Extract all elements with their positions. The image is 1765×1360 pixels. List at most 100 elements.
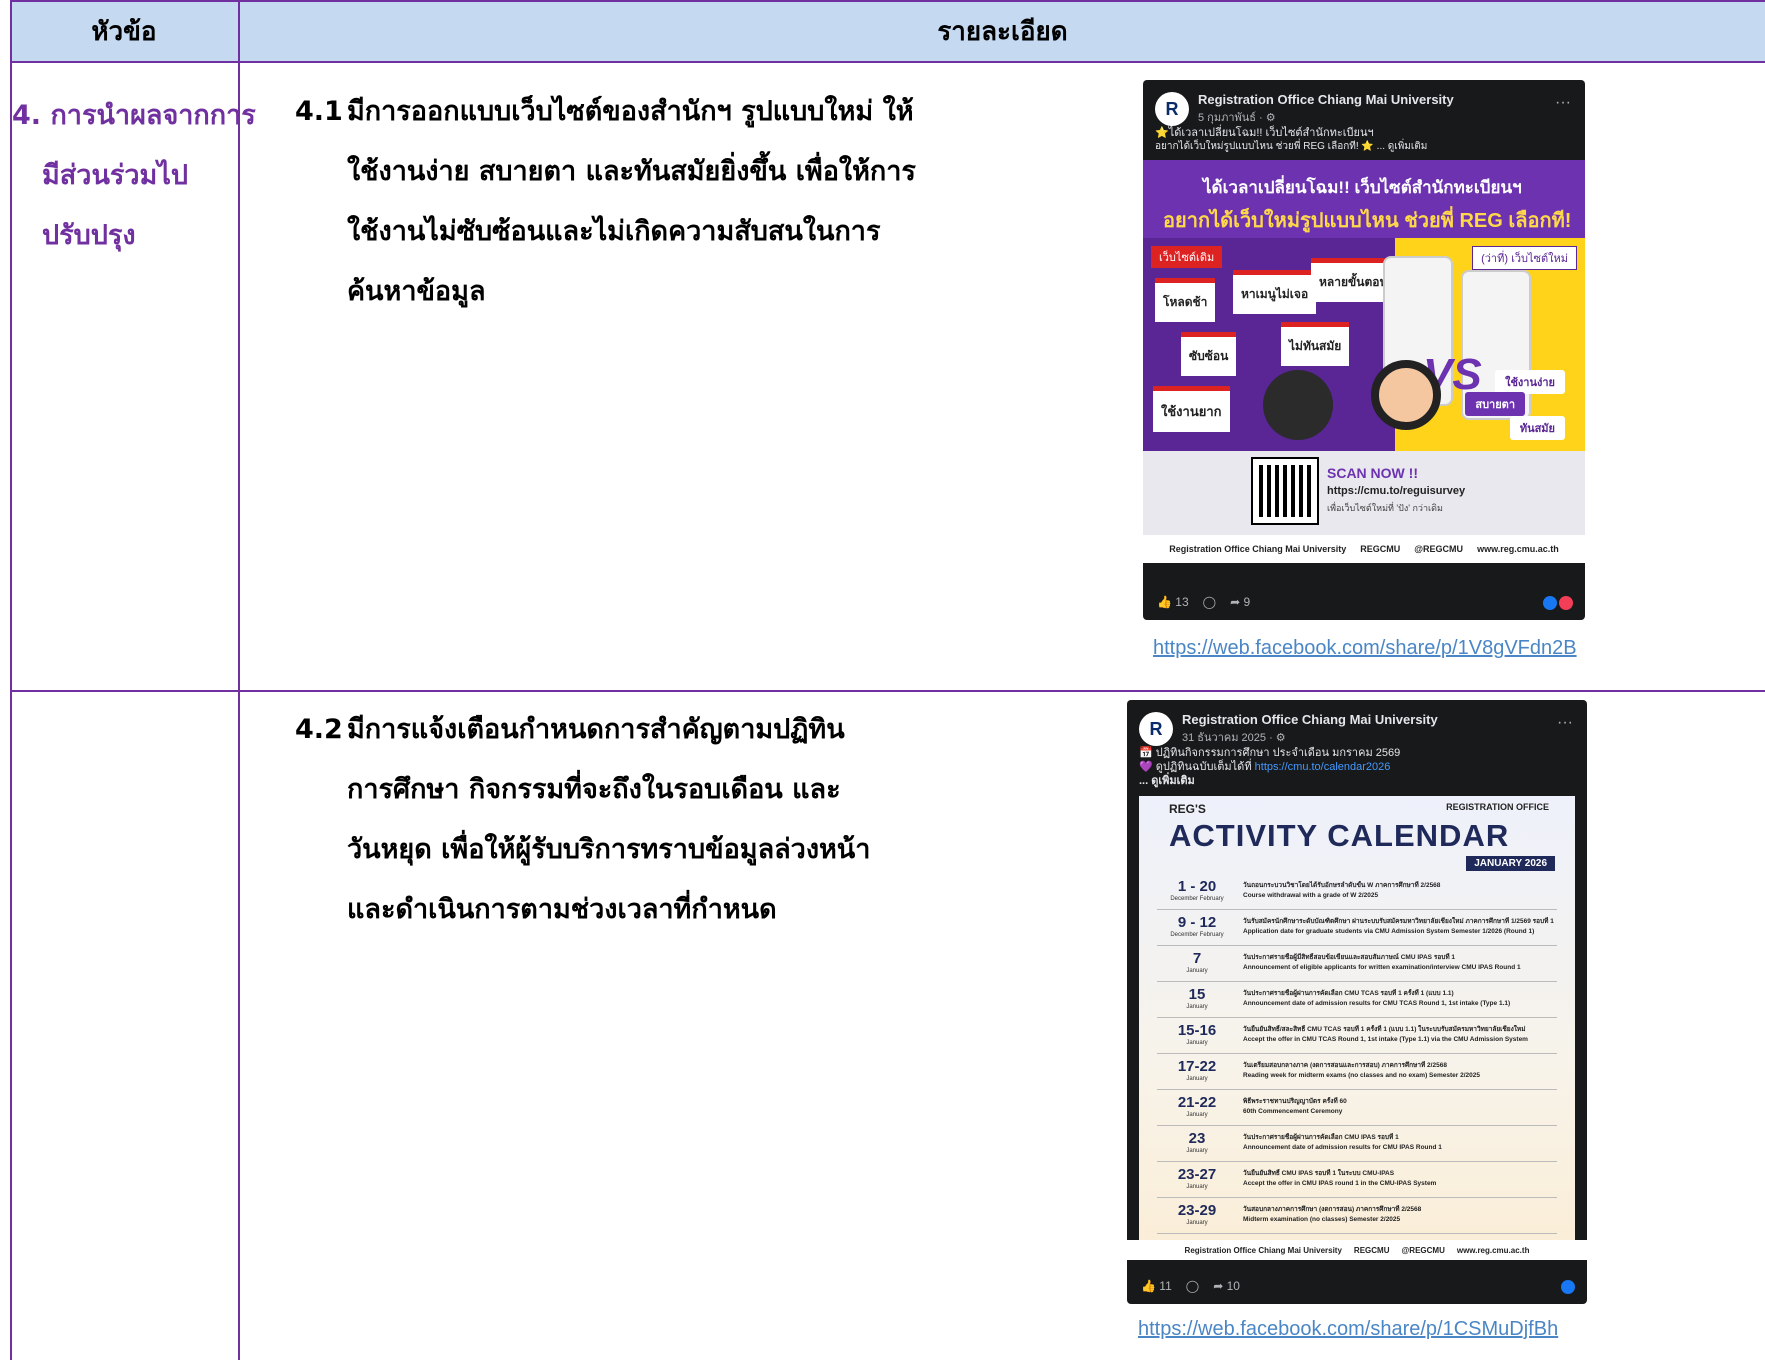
calendar-description: พิธีพระราชทานปริญญาบัตร ครั้งที่ 60 60th … — [1243, 1097, 1555, 1117]
comment-icon[interactable]: ◯ — [1186, 1279, 1199, 1293]
facebook-post-website: R Registration Office Chiang Mai Univers… — [1143, 80, 1585, 620]
page-avatar[interactable]: R — [1155, 92, 1189, 126]
share-button[interactable]: ➦ 10 — [1213, 1279, 1240, 1293]
topic-line: ปรับปรุง — [42, 220, 136, 251]
poster-socials: Registration Office Chiang Mai Universit… — [1143, 535, 1585, 563]
instagram-handle: REGCMU — [1360, 544, 1401, 554]
calendar-description-english: Accept the offer in CMU TCAS Round 1, 1s… — [1243, 1036, 1528, 1043]
detail-item: 4.2 มีการแจ้งเตือนกำหนดการสำคัญตามปฏิทิน… — [295, 700, 945, 940]
post-text-prefix: 💜 ดูปฏิทินฉบับเต็มได้ที่ — [1139, 761, 1255, 773]
border-top — [10, 0, 1765, 2]
calendar-month-label: January — [1186, 1148, 1208, 1154]
post-link[interactable]: https://web.facebook.com/share/p/1V8gVFd… — [1153, 637, 1577, 660]
like-count: 11 — [1159, 1279, 1172, 1293]
like-count: 13 — [1175, 595, 1189, 609]
calendar-row: 9 - 12 December February วันรับสมัครนักศึก… — [1157, 914, 1557, 946]
poster-header: ได้เวลาเปลี่ยนโฉม!! เว็บไซต์สำนักทะเบียน… — [1143, 160, 1585, 238]
registration-office-logo: REGISTRATION OFFICE — [1446, 802, 1549, 812]
calendar-month-label: January — [1186, 1220, 1208, 1226]
calendar-description-thai: วันยืนยันสิทธิ์ CMU IPAS รอบที่ 1 ในระบบ… — [1243, 1170, 1395, 1177]
calendar-description: วันรับสมัครนักศึกษาระดับบัณฑิตศึกษา ผ่าน… — [1243, 917, 1555, 937]
item-line: มีการออกแบบเว็บไซต์ของสำนักฯ รูปแบบใหม่ … — [347, 96, 914, 127]
topic-title: 4. การนำผลจากการ มีส่วนร่วมไป ปรับปรุง — [12, 86, 257, 266]
item-line: การศึกษา กิจกรรมที่จะถึงในรอบเดือน และ — [347, 774, 841, 805]
page-avatar[interactable]: R — [1139, 712, 1173, 746]
item-number: 4.2 — [295, 714, 343, 745]
calendar-description-english: 60th Commencement Ceremony — [1243, 1108, 1343, 1115]
item-line: ค้นหาข้อมูล — [347, 276, 486, 307]
item-line: ใช้งานง่าย สบายตา และทันสมัยยิ่งขึ้น เพื… — [347, 156, 916, 187]
tiktok-handle: @REGCMU — [1414, 544, 1464, 554]
instagram-handle: REGCMU — [1353, 1245, 1390, 1255]
see-more-link[interactable]: ... ดูเพิ่มเติม — [1139, 774, 1195, 788]
post-date: 5 กุมภาพันธ์ · ⚙ — [1198, 112, 1276, 124]
calendar-description-thai: วันถอนกระบวนวิชาโดยได้รับอักษรลำดับขั้น … — [1243, 882, 1441, 889]
calendar-description: วันสอบกลางภาคการศึกษา (งดการสอน) ภาคการศ… — [1243, 1205, 1555, 1225]
calendar-row: 15 January วันประกาศรายชื่อผู้ผ่านการคัดเล… — [1157, 986, 1557, 1018]
calendar-date: 23 — [1188, 1130, 1206, 1147]
header-topic: หัวข้อ — [91, 16, 157, 47]
item-line: ใช้งานไม่ซับซ้อนและไม่เกิดความสับสนในการ — [347, 216, 881, 247]
qr-code-icon[interactable] — [1251, 457, 1319, 525]
reaction-icons[interactable] — [1543, 596, 1573, 610]
calendar-link[interactable]: https://cmu.to/calendar2026 — [1255, 761, 1391, 773]
facebook-handle: Registration Office Chiang Mai Universit… — [1169, 544, 1347, 554]
new-benefit-tag: ใช้งานง่าย — [1495, 370, 1565, 394]
reaction-icons[interactable] — [1561, 1280, 1575, 1294]
calendar-date: 15 — [1188, 986, 1206, 1003]
calendar-date: 23-27 — [1177, 1166, 1217, 1183]
old-issue-tag: ซับซ้อน — [1181, 332, 1237, 376]
new-site-label: (ว่าที่) เว็บไซต์ใหม่ — [1472, 246, 1577, 270]
calendar-month-label: January — [1186, 1112, 1208, 1118]
calendar-row: 23-29 January วันสอบกลางภาคการศึกษา (งดการ… — [1157, 1202, 1557, 1234]
calendar-row: 23 January วันประกาศรายชื่อผู้ผ่านการคัดเล… — [1157, 1130, 1557, 1162]
calendar-description-english: Reading week for midterm exams (no class… — [1243, 1072, 1480, 1079]
item-line: มีการแจ้งเตือนกำหนดการสำคัญตามปฏิทิน — [347, 714, 845, 745]
calendar-month-label: December February — [1170, 896, 1224, 902]
calendar-description-english: Midterm examination (no classes) Semeste… — [1243, 1216, 1401, 1223]
calendar-description: วันยืนยันสิทธิ์/สละสิทธิ์ CMU TCAS รอบที… — [1243, 1025, 1555, 1045]
website-poster-image[interactable]: ได้เวลาเปลี่ยนโฉม!! เว็บไซต์สำนักทะเบียน… — [1143, 160, 1585, 535]
calendar-description: วันถอนกระบวนวิชาโดยได้รับอักษรลำดับขั้น … — [1243, 881, 1555, 901]
calendar-description-english: Announcement date of admission results f… — [1243, 1144, 1442, 1151]
tiktok-handle: @REGCMU — [1401, 1245, 1445, 1255]
website-url: www.reg.cmu.ac.th — [1456, 1245, 1530, 1255]
more-options-icon[interactable]: ··· — [1555, 94, 1571, 112]
scan-url: https://cmu.to/reguisurvey — [1327, 485, 1466, 497]
calendar-row: 1 - 20 December February วันถอนกระบวนวิชาโ… — [1157, 878, 1557, 910]
calendar-description-english: Announcement date of admission results f… — [1243, 1000, 1511, 1007]
post-date: 31 ธันวาคม 2025 · ⚙ — [1182, 732, 1286, 744]
post-link[interactable]: https://web.facebook.com/share/p/1CSMuDj… — [1138, 1318, 1558, 1341]
calendar-title: ACTIVITY CALENDAR — [1169, 818, 1510, 853]
scan-title: SCAN NOW !! — [1327, 465, 1418, 481]
scan-note: เพื่อเว็บไซต์ใหม่ที่ 'ปัง' กว่าเดิม — [1327, 503, 1443, 513]
border-row — [10, 690, 1765, 692]
poster-subtitle: อยากได้เว็บใหม่รูปแบบไหน ช่วยพี่ REG เลื… — [1163, 210, 1572, 232]
page-name[interactable]: Registration Office Chiang Mai Universit… — [1198, 92, 1454, 107]
like-button[interactable]: 👍 11 — [1141, 1279, 1172, 1293]
poster-title: ได้เวลาเปลี่ยนโฉม!! เว็บไซต์สำนักทะเบียน… — [1203, 178, 1522, 197]
old-issue-tag: โหลดช้า — [1155, 278, 1216, 322]
calendar-description-english: Announcement of eligible applicants for … — [1243, 964, 1521, 971]
header-details: รายละเอียด — [937, 16, 1068, 47]
old-issue-tag: ไม่ทันสมัย — [1281, 322, 1350, 366]
share-count: 10 — [1226, 1279, 1240, 1293]
page-name[interactable]: Registration Office Chiang Mai Universit… — [1182, 712, 1438, 727]
calendar-row: 15-16 January วันยืนยันสิทธิ์/สละสิทธิ์ CM… — [1157, 1022, 1557, 1054]
border-header — [10, 61, 1765, 63]
calendar-description-english: Application date for graduate students v… — [1243, 928, 1535, 935]
new-benefit-tag: ทันสมัย — [1509, 416, 1565, 440]
calendar-description-thai: วันสอบกลางภาคการศึกษา (งดการสอน) ภาคการศ… — [1243, 1206, 1422, 1213]
calendar-description: วันประกาศรายชื่อผู้ผ่านการคัดเลือก CMU I… — [1243, 1133, 1555, 1153]
calendar-description-thai: วันยืนยันสิทธิ์/สละสิทธิ์ CMU TCAS รอบที… — [1243, 1026, 1526, 1033]
like-button[interactable]: 👍 13 — [1157, 595, 1189, 609]
calendar-description-thai: วันรับสมัครนักศึกษาระดับบัณฑิตศึกษา ผ่าน… — [1243, 918, 1554, 925]
calendar-month-label: January — [1186, 1004, 1208, 1010]
share-button[interactable]: ➦ 9 — [1230, 595, 1250, 609]
comment-icon[interactable]: ◯ — [1203, 595, 1216, 609]
more-options-icon[interactable]: ··· — [1557, 714, 1573, 732]
calendar-poster-image[interactable]: REG'S REGISTRATION OFFICE ACTIVITY CALEN… — [1139, 796, 1575, 1240]
calendar-description-english: Course withdrawal with a grade of W 2/20… — [1243, 892, 1379, 899]
calendar-month-label: January — [1186, 1040, 1208, 1046]
item-line: วันหยุด เพื่อให้ผู้รับบริการทราบข้อมูลล่… — [347, 834, 871, 865]
